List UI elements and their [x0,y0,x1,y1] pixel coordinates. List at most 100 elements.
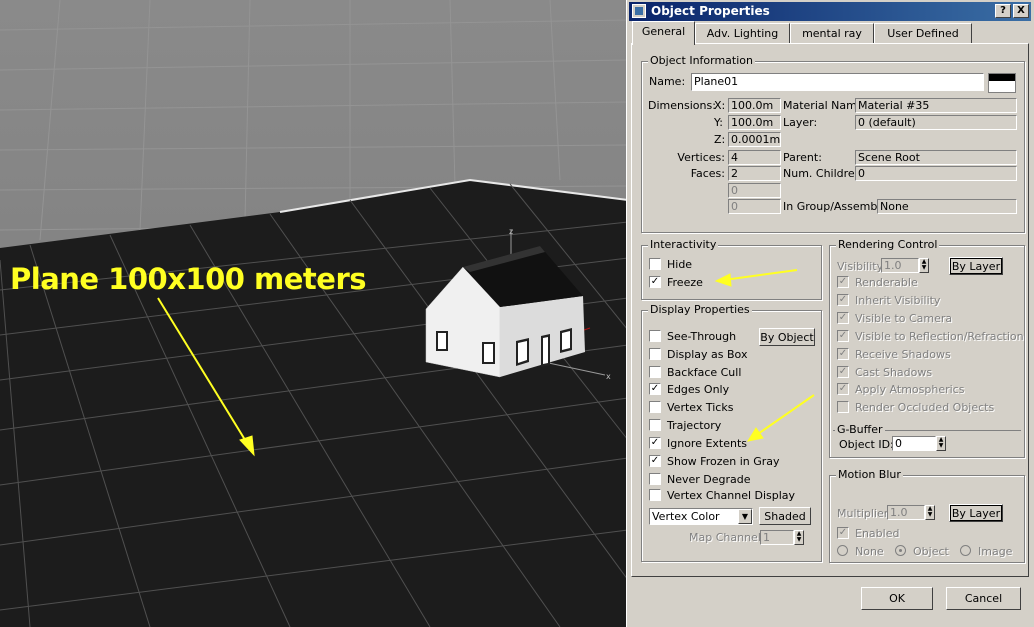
display-as-box-checkbox[interactable] [649,348,661,360]
object-id-label: Object ID: [839,438,894,451]
name-input[interactable]: Plane01 [691,73,984,91]
cast-shadows-label: Cast Shadows [855,366,933,379]
tab-general[interactable]: General [632,21,695,45]
tab-mental-ray[interactable]: mental ray [790,23,874,43]
never-degrade-checkbox[interactable] [649,473,661,485]
tab-user-defined[interactable]: User Defined [874,23,972,43]
viewport-3d[interactable]: z x Plane 100x100 meters [0,0,628,627]
receive-shadows-checkbox[interactable]: ✓ [837,348,849,360]
vertices-value: 4 [728,150,781,165]
multiplier-spinner[interactable]: ▲ ▼ [925,505,935,520]
hide-checkbox[interactable] [649,258,661,270]
render-occluded-objects-checkbox[interactable] [837,401,849,413]
cast-shadows-checkbox[interactable]: ✓ [837,366,849,378]
motion-blur-object-radio[interactable] [895,545,906,556]
material-name-value: Material #35 [855,98,1017,113]
chevron-down-icon: ▼ [738,509,752,524]
interactivity-title: Interactivity [648,238,719,251]
object-information-title: Object Information [648,54,755,67]
z-label: Z: [714,133,726,146]
faces-label: Faces: [690,167,725,180]
interactivity-group: Interactivity [641,238,822,300]
plane-object [0,180,628,627]
visible-to-reflection-checkbox[interactable]: ✓ [837,330,849,342]
viewport-scene: z x [0,0,628,627]
motion-blur-by-layer-button[interactable]: By Layer [949,504,1003,522]
title-bar[interactable]: Object Properties ? X [629,2,1031,21]
edges-only-label: Edges Only [667,383,730,396]
motion-blur-title: Motion Blur [836,468,903,481]
vertex-ticks-label: Vertex Ticks [667,401,734,414]
inherit-visibility-checkbox[interactable]: ✓ [837,294,849,306]
motion-blur-none-label: None [855,545,884,558]
apply-atmospherics-label: Apply Atmospherics [855,383,965,396]
vertices-label: Vertices: [677,151,725,164]
renderable-checkbox[interactable]: ✓ [837,276,849,288]
visibility-spinner[interactable]: ▲ ▼ [919,258,929,273]
visible-to-camera-checkbox[interactable]: ✓ [837,312,849,324]
faces-value: 2 [728,166,781,181]
renderable-label: Renderable [855,276,918,289]
freeze-checkbox[interactable]: ✓ [649,276,661,288]
close-button[interactable]: X [1013,4,1029,18]
see-through-label: See-Through [667,330,737,343]
ignore-extents-checkbox[interactable]: ✓ [649,437,661,449]
svg-text:x: x [606,372,611,381]
help-button[interactable]: ? [995,4,1011,18]
vertex-color-dropdown[interactable]: Vertex Color ▼ [649,508,753,525]
visibility-input[interactable]: 1.0 [881,258,919,273]
show-frozen-in-gray-label: Show Frozen in Gray [667,455,780,468]
visibility-label: Visibility: [837,260,887,273]
blank-count-field-2: 0 [728,199,781,214]
dimensions-label: Dimensions: [648,99,716,112]
motion-blur-image-label: Image [978,545,1013,558]
y-dimension-value: 100.0m [728,115,781,130]
motion-blur-object-label: Object [913,545,949,558]
backface-cull-checkbox[interactable] [649,366,661,378]
motion-blur-enabled-checkbox[interactable]: ✓ [837,527,849,539]
rendering-by-layer-button[interactable]: By Layer [949,257,1003,275]
object-color-swatch[interactable] [988,73,1016,93]
num-children-label: Num. Children: [783,167,866,180]
render-occluded-objects-label: Render Occluded Objects [855,401,995,414]
vertex-channel-display-label: Vertex Channel Display [667,489,796,502]
layer-value: 0 (default) [855,115,1017,130]
annotation-label: Plane 100x100 meters [10,262,367,296]
tab-adv-lighting[interactable]: Adv. Lighting [695,23,790,43]
y-label: Y: [714,116,723,129]
motion-blur-image-radio[interactable] [960,545,971,556]
never-degrade-label: Never Degrade [667,473,751,486]
inherit-visibility-label: Inherit Visibility [855,294,941,307]
rendering-control-title: Rendering Control [836,238,940,251]
dialog-title: Object Properties [651,4,770,18]
multiplier-input[interactable]: 1.0 [887,505,925,520]
by-object-button[interactable]: By Object [759,328,815,346]
z-dimension-value: 0.0001m [728,132,781,147]
show-frozen-in-gray-checkbox[interactable]: ✓ [649,455,661,467]
see-through-checkbox[interactable] [649,330,661,342]
ok-button[interactable]: OK [861,587,933,610]
object-id-spinner[interactable]: ▲ ▼ [936,436,946,451]
parent-label: Parent: [783,151,822,164]
map-channel-input[interactable]: 1 [760,530,794,545]
vertex-ticks-checkbox[interactable] [649,401,661,413]
vertex-color-value: Vertex Color [652,510,720,523]
shaded-button[interactable]: Shaded [759,507,811,525]
apply-atmospherics-checkbox[interactable]: ✓ [837,383,849,395]
parent-value: Scene Root [855,150,1017,165]
motion-blur-enabled-label: Enabled [855,527,900,540]
visible-to-reflection-label: Visible to Reflection/Refraction [855,330,1024,343]
object-id-input[interactable]: 0 [892,436,936,451]
vertex-channel-display-checkbox[interactable] [649,489,661,501]
trajectory-checkbox[interactable] [649,419,661,431]
freeze-label: Freeze [667,276,703,289]
motion-blur-none-radio[interactable] [837,545,848,556]
edges-only-checkbox[interactable]: ✓ [649,383,661,395]
map-channel-label: Map Channel: [689,531,765,544]
in-group-label: In Group/Assembly: [783,200,890,213]
multiplier-label: Multiplier: [837,507,892,520]
map-channel-spinner[interactable]: ▲ ▼ [794,530,804,545]
ignore-extents-label: Ignore Extents [667,437,748,450]
svg-text:z: z [509,227,513,236]
cancel-button[interactable]: Cancel [946,587,1021,610]
